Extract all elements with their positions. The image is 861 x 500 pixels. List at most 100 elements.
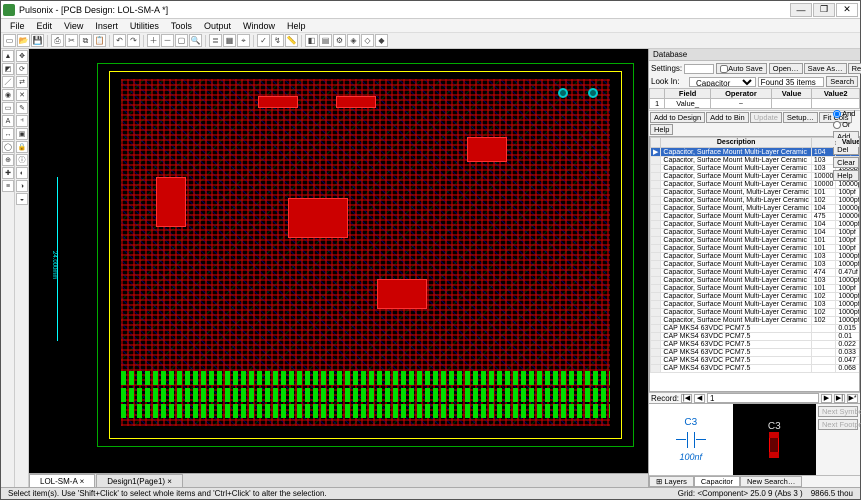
minimize-button[interactable]: — xyxy=(790,3,812,17)
menu-utilities[interactable]: Utilities xyxy=(125,21,164,31)
delete-icon[interactable]: ✕ xyxy=(16,89,28,101)
db-btn-reset[interactable]: Reset xyxy=(848,63,861,74)
table-row[interactable]: CAP MKS4 63VDC PCM7.50.0680.068uf63VDC xyxy=(651,365,861,373)
nav-next-icon[interactable]: ▶ xyxy=(821,394,832,403)
table-row[interactable]: Capacitor, Surface Mount Multi-Layer Cer… xyxy=(651,309,861,317)
mirror-icon[interactable]: ⇄ xyxy=(16,76,28,88)
table-row[interactable]: Capacitor, Surface Mount Multi-Layer Cer… xyxy=(651,229,861,237)
filter-cell[interactable]: ~ xyxy=(711,99,772,109)
table-row[interactable]: Capacitor, Surface Mount Multi-Layer Cer… xyxy=(651,165,861,173)
table-row[interactable]: CAP MKS4 63VDC PCM7.50.0330.033uf63VDC xyxy=(651,349,861,357)
filter-cell[interactable]: Value_ xyxy=(665,99,711,109)
nav-new-icon[interactable]: ▶* xyxy=(847,394,858,403)
table-row[interactable]: Capacitor, Surface Mount Multi-Layer Cer… xyxy=(651,317,861,325)
table-row[interactable]: Capacitor, Surface Mount Multi-Layer Cer… xyxy=(651,253,861,261)
tool4-icon[interactable]: ◆ xyxy=(375,34,388,47)
table-row[interactable]: Capacitor, Surface Mount Multi-Layer Cer… xyxy=(651,269,861,277)
action-help[interactable]: Help xyxy=(650,124,673,135)
zoom-fit-icon[interactable]: ▢ xyxy=(175,34,188,47)
nav-prev-icon[interactable]: ◀ xyxy=(694,394,705,403)
group-icon[interactable]: ▣ xyxy=(16,128,28,140)
table-row[interactable]: Capacitor, Surface Mount Multi-Layer Cer… xyxy=(651,181,861,189)
maximize-button[interactable]: ❐ xyxy=(813,3,835,17)
db-btn-saveas[interactable]: Save As… xyxy=(804,63,847,74)
filter-cell[interactable]: 1 xyxy=(650,99,665,109)
3d-icon[interactable]: ◧ xyxy=(305,34,318,47)
db-btn-open[interactable]: Open… xyxy=(769,63,803,74)
table-row[interactable]: ▶Capacitor, Surface Mount Multi-Layer Ce… xyxy=(651,148,861,157)
preview-btn-nextfootprint[interactable]: Next Footprint xyxy=(818,419,858,430)
edit-icon[interactable]: ✎ xyxy=(16,102,28,114)
via-icon[interactable]: ◉ xyxy=(2,89,14,101)
zoom-area-icon[interactable]: 🔍 xyxy=(189,34,202,47)
table-row[interactable]: Capacitor, Surface Mount, Multi-Layer Ce… xyxy=(651,189,861,197)
table-row[interactable]: Capacitor, Surface Mount Multi-Layer Cer… xyxy=(651,221,861,229)
menu-output[interactable]: Output xyxy=(199,21,236,31)
open-icon[interactable]: 📂 xyxy=(17,34,30,47)
table-row[interactable]: Capacitor, Surface Mount Multi-Layer Cer… xyxy=(651,173,861,181)
track-icon[interactable]: ／ xyxy=(2,76,14,88)
action-setup[interactable]: Setup… xyxy=(783,112,818,123)
parts-grid[interactable]: DescriptionValue_TOLV▶Capacitor, Surface… xyxy=(649,136,860,392)
area-icon[interactable]: ▭ xyxy=(2,102,14,114)
search-button[interactable]: Search xyxy=(826,76,858,87)
copy-icon[interactable]: ⧉ xyxy=(79,34,92,47)
filter-btn-help[interactable]: Help xyxy=(833,170,859,181)
radio-or[interactable]: Or xyxy=(833,120,859,129)
menu-insert[interactable]: Insert xyxy=(90,21,123,31)
shape-icon[interactable]: ◯ xyxy=(2,141,14,153)
action-update[interactable]: Update xyxy=(750,112,782,123)
tool2-icon[interactable]: ◈ xyxy=(347,34,360,47)
table-row[interactable]: Capacitor, Surface Mount Multi-Layer Cer… xyxy=(651,237,861,245)
pcb-canvas[interactable]: 24.000mm xyxy=(29,49,648,473)
menu-file[interactable]: File xyxy=(5,21,30,31)
preview-btn-nextsymbol[interactable]: Next Symbol xyxy=(818,406,858,417)
misc1-icon[interactable]: ◐ xyxy=(16,167,28,179)
filter-cell[interactable] xyxy=(812,99,860,109)
table-row[interactable]: Capacitor, Surface Mount Multi-Layer Cer… xyxy=(651,261,861,269)
text-icon[interactable]: A xyxy=(2,115,14,127)
rotate-icon[interactable]: ⟳ xyxy=(16,63,28,75)
record-pos[interactable] xyxy=(707,393,819,403)
misc3-icon[interactable]: ◒ xyxy=(16,193,28,205)
misc2-icon[interactable]: ◑ xyxy=(16,180,28,192)
grid-header[interactable]: Description xyxy=(661,138,812,148)
table-row[interactable]: Capacitor, Surface Mount Multi-Layer Cer… xyxy=(651,245,861,253)
drc-icon[interactable]: ✓ xyxy=(257,34,270,47)
tool5-icon[interactable]: ✚ xyxy=(2,167,14,179)
print-icon[interactable]: ⎙ xyxy=(51,34,64,47)
menu-help[interactable]: Help xyxy=(282,21,311,31)
table-row[interactable]: CAP MKS4 63VDC PCM7.50.0150.015uf63VDC xyxy=(651,325,861,333)
table-row[interactable]: Capacitor, Surface Mount Multi-Layer Cer… xyxy=(651,213,861,221)
autosave-check[interactable]: Auto Save xyxy=(716,63,767,74)
table-row[interactable]: Capacitor, Surface Mount Multi-Layer Cer… xyxy=(651,157,861,165)
info-icon[interactable]: ⓘ xyxy=(16,154,28,166)
select-icon[interactable]: ▲ xyxy=(2,50,14,62)
close-button[interactable]: ✕ xyxy=(836,3,858,17)
save-icon[interactable]: 💾 xyxy=(31,34,44,47)
doc-tab[interactable]: LOL-SM-A × xyxy=(29,474,95,487)
paste-icon[interactable]: 📋 xyxy=(93,34,106,47)
settings-input[interactable] xyxy=(684,64,714,74)
action-addtodesign[interactable]: Add to Design xyxy=(650,112,705,123)
component-icon[interactable]: ◩ xyxy=(2,63,14,75)
grid-icon[interactable]: ▦ xyxy=(223,34,236,47)
align-icon[interactable]: ⫞ xyxy=(16,115,28,127)
grid-header[interactable] xyxy=(651,138,661,148)
nav-last-icon[interactable]: ▶| xyxy=(834,394,845,403)
grid-header[interactable]: Value_ xyxy=(836,138,860,148)
cut-icon[interactable]: ✂ xyxy=(65,34,78,47)
table-row[interactable]: Capacitor, Surface Mount, Multi-Layer Ce… xyxy=(651,205,861,213)
undo-icon[interactable]: ↶ xyxy=(113,34,126,47)
table-row[interactable]: CAP MKS4 63VDC PCM7.50.0470.047uf63VDC xyxy=(651,357,861,365)
doc-tab[interactable]: Design1(Page1) × xyxy=(96,474,183,487)
nav-first-icon[interactable]: |◀ xyxy=(681,394,692,403)
zoom-in-icon[interactable]: ＋ xyxy=(147,34,160,47)
snap-icon[interactable]: ⌖ xyxy=(237,34,250,47)
menu-window[interactable]: Window xyxy=(238,21,280,31)
preview-tab[interactable]: New Search… xyxy=(740,476,802,487)
table-row[interactable]: Capacitor, Surface Mount Multi-Layer Cer… xyxy=(651,285,861,293)
radio-and[interactable]: And xyxy=(833,109,859,118)
table-row[interactable]: Capacitor, Surface Mount Multi-Layer Cer… xyxy=(651,301,861,309)
table-row[interactable]: Capacitor, Surface Mount, Multi-Layer Ce… xyxy=(651,197,861,205)
